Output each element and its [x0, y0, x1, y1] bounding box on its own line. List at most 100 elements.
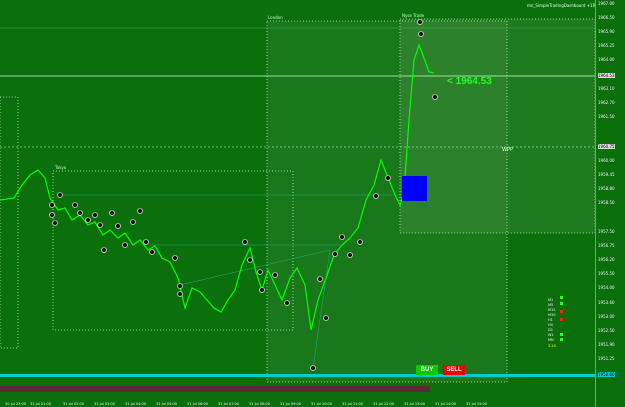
marker	[92, 212, 98, 218]
marker	[122, 242, 128, 248]
sell-button[interactable]: SELL	[443, 365, 465, 375]
time-tick: 31 Jul 12:00	[373, 402, 394, 406]
time-tick: 31 Jul 06:00	[187, 402, 208, 406]
marker	[242, 239, 248, 245]
marker	[357, 239, 363, 245]
marker	[49, 212, 55, 218]
price-tick: 1951.25	[598, 356, 615, 361]
marker	[101, 247, 107, 253]
time-tick: 31 Jul 15:00	[466, 402, 487, 406]
time-tick: 31 Jul 03:00	[94, 402, 115, 406]
bottom-price-tag: 1950.60	[598, 372, 615, 377]
indicator-value: 3.20	[548, 344, 556, 348]
price-tick: 1964.00	[598, 57, 615, 62]
price-tick: 1967.00	[598, 1, 615, 6]
marker	[347, 252, 353, 258]
marker	[57, 192, 63, 198]
marker	[49, 202, 55, 208]
price-tick: 1952.50	[598, 328, 615, 333]
price-axis[interactable]: 1967.00 1966.50 1965.90 1965.25 1964.00 …	[595, 0, 625, 407]
marker-layer	[49, 19, 438, 371]
indicator-dot	[560, 318, 563, 321]
marker	[85, 217, 91, 223]
tokyo-box-label: Tokyo	[55, 165, 67, 170]
indicator-dot	[560, 302, 563, 305]
london-box-label: London	[268, 15, 283, 20]
price-tick: 1956.75	[598, 243, 615, 248]
marker	[385, 175, 391, 181]
marker	[52, 220, 58, 226]
marker	[317, 276, 323, 282]
tick-marker-label: WPP	[502, 147, 513, 153]
marker	[284, 300, 290, 306]
window-title: mn_SimpleTradingDashboard +1R	[527, 3, 596, 8]
indicator-dot	[560, 296, 563, 299]
marker	[272, 272, 278, 278]
indicator-label: M30	[548, 313, 556, 317]
marker	[418, 31, 424, 37]
marker	[259, 287, 265, 293]
indicator-label: H1	[548, 318, 553, 322]
marker	[332, 251, 338, 257]
marker	[247, 257, 253, 263]
indicator-dot	[560, 310, 563, 313]
price-tick: 1956.20	[598, 257, 615, 262]
price-tick: 1961.50	[598, 114, 615, 119]
mid-price-tag: 1960.75	[598, 144, 615, 149]
indicator-dot	[560, 338, 563, 341]
marker	[149, 249, 155, 255]
marker	[143, 239, 149, 245]
time-tick: 31 Jul 14:00	[435, 402, 456, 406]
current-price-tag: 1964.53	[598, 73, 615, 78]
price-tick: 1965.90	[598, 29, 615, 34]
marker	[177, 291, 183, 297]
newyork-box-label: Nyse Trade	[402, 13, 425, 18]
marker	[72, 202, 78, 208]
price-tick: 1963.10	[598, 86, 615, 91]
price-tick: 1955.50	[598, 271, 615, 276]
marker	[339, 234, 345, 240]
time-tick: 30 Jul 23:00	[5, 402, 26, 406]
time-tick: 31 Jul 11:00	[342, 402, 363, 406]
marker	[115, 223, 121, 229]
indicator-label: H4	[548, 323, 553, 327]
indicator-label: MN	[548, 338, 554, 342]
marker	[177, 283, 183, 289]
marker	[77, 210, 83, 216]
price-tick: 1954.00	[598, 285, 615, 290]
trading-chart-window[interactable]: mn_SimpleTradingDashboard +1R London Nys…	[0, 0, 625, 407]
marker	[97, 222, 103, 228]
marker	[373, 193, 379, 199]
buy-button[interactable]: BUY	[416, 365, 438, 375]
marker	[257, 269, 263, 275]
price-tick: 1959.45	[598, 172, 615, 177]
marker	[310, 365, 316, 371]
price-tick: 1966.50	[598, 15, 615, 20]
price-tick: 1953.60	[598, 300, 615, 305]
indicator-label: D1	[548, 328, 553, 332]
marker	[417, 19, 423, 25]
time-tick: 31 Jul 10:00	[311, 402, 332, 406]
indicator-label: W1	[548, 333, 554, 337]
time-tick: 31 Jul 01:00	[30, 402, 51, 406]
price-tick: 1958.80	[598, 186, 615, 191]
price-tick: 1958.50	[598, 200, 615, 205]
time-tick: 31 Jul 13:00	[404, 402, 425, 406]
indicator-label: M15	[548, 308, 556, 312]
time-tick: 31 Jul 02:00	[63, 402, 84, 406]
price-tick: 1957.50	[598, 229, 615, 234]
indicator-label: M5	[548, 303, 554, 307]
indicator-dot	[560, 333, 563, 336]
time-tick: 31 Jul 07:00	[218, 402, 239, 406]
price-tick: 1962.70	[598, 100, 615, 105]
marker	[172, 255, 178, 261]
price-tick: 1965.25	[598, 43, 615, 48]
marker	[109, 210, 115, 216]
time-tick: 31 Jul 08:00	[249, 402, 270, 406]
price-tick: 1951.90	[598, 342, 615, 347]
marker	[323, 315, 329, 321]
marker	[137, 208, 143, 214]
time-tick: 31 Jul 05:00	[156, 402, 177, 406]
indicator-label: M1	[548, 298, 554, 302]
price-tick: 1953.00	[598, 314, 615, 319]
